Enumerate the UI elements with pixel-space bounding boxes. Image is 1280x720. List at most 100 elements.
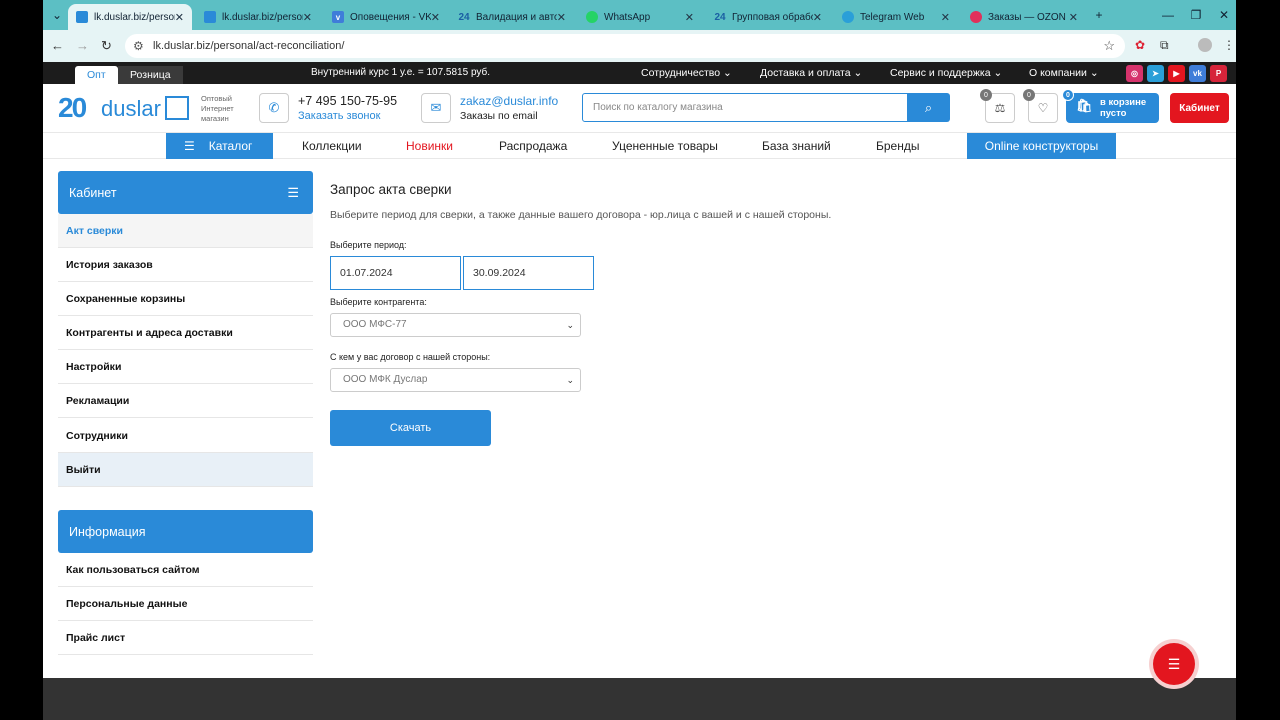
tab-3[interactable]: v Оповещения - VK ✕ [324,4,448,30]
back-icon[interactable]: ← [51,38,64,53]
email-link[interactable]: zakaz@duslar.info [460,94,558,108]
pinterest-icon[interactable]: P [1210,65,1227,82]
nav-knowledge[interactable]: База знаний [762,139,831,153]
favorites-button[interactable]: 0 ♡ [1023,89,1058,123]
youtube-icon[interactable]: ▶ [1168,65,1185,82]
sidebar-item-claims[interactable]: Рекламации [58,384,313,418]
minimize-icon[interactable]: — [1159,6,1177,24]
logo-number[interactable]: 20 [58,92,87,124]
site-info-icon[interactable]: ⚙ [133,39,144,53]
tab-8[interactable]: Заказы — OZON ✕ [962,4,1086,30]
telegram-icon [842,11,854,23]
sidebar-item-logout[interactable]: Выйти [58,453,313,487]
opt-switch[interactable]: Опт [75,66,118,84]
tab-title: Заказы — OZON [988,11,1066,23]
duslar-favicon-icon [76,11,88,23]
close-icon[interactable]: ✕ [175,11,184,24]
counterparty-value: ООО МФС-77 [343,319,407,330]
tab-bar: ⌄ lk.duslar.biz/person ✕ lk.duslar.biz/p… [43,0,1236,30]
close-icon[interactable]: ✕ [431,11,440,24]
url-field[interactable]: ⚙ lk.duslar.biz/personal/act-reconciliat… [125,34,1125,58]
chevron-down-icon: ⌄ [566,375,574,385]
tab-1[interactable]: lk.duslar.biz/person ✕ [68,4,192,30]
bookmark-star-icon[interactable]: ☆ [1103,38,1115,54]
bitrix24-icon: 24 [714,11,726,23]
nav-collections[interactable]: Коллекции [302,139,362,153]
instagram-icon[interactable]: ◎ [1126,65,1143,82]
sidebar-item-orders[interactable]: История заказов [58,248,313,282]
site-footer [43,678,1236,720]
nav-discounted[interactable]: Уцененные товары [612,139,718,153]
chat-widget-button[interactable]: ☰ [1153,643,1195,685]
close-icon[interactable]: ✕ [1069,11,1078,24]
nav-brands[interactable]: Бренды [876,139,919,153]
duslar-favicon-icon [204,11,216,23]
vk-icon[interactable]: vk [1189,65,1206,82]
sidebar-item-settings[interactable]: Настройки [58,350,313,384]
catalog-button[interactable]: ☰ Каталог [166,133,273,159]
callback-link[interactable]: Заказать звонок [298,110,380,122]
topmenu-cooperation[interactable]: Сотрудничество ⌄ [641,67,732,79]
maximize-icon[interactable]: ❐ [1187,6,1205,24]
address-bar: ← → ↻ ⚙ lk.duslar.biz/personal/act-recon… [43,30,1236,62]
cart-icon: 🛍 [1076,98,1093,113]
scales-icon: ⚖ [994,101,1006,115]
info-panel-header: Информация [58,510,313,553]
cart-count: 0 [1062,89,1074,101]
date-from-input[interactable]: 01.07.2024 [330,256,461,290]
online-constructors-button[interactable]: Online конструкторы [967,133,1116,159]
cart-line-2: пусто [1100,108,1127,119]
cabinet-panel-title: Кабинет [69,185,117,200]
close-icon[interactable]: ✕ [685,11,694,24]
telegram-icon[interactable]: ➤ [1147,65,1164,82]
forward-icon[interactable]: → [76,38,89,53]
tab-search-icon[interactable]: ⌄ [48,6,66,24]
tab-5[interactable]: WhatsApp ✕ [578,4,702,30]
sidebar-item-carts[interactable]: Сохраненные корзины [58,282,313,316]
phone-number[interactable]: +7 495 150-75-95 [298,94,397,108]
chevron-down-icon: ⌄ [566,320,574,330]
site-header: 20 duslar Оптовый Интернет магазин ✆ +7 … [43,84,1236,132]
retail-switch[interactable]: Розница [118,66,183,84]
close-window-icon[interactable]: ✕ [1215,6,1233,24]
sidebar-item-staff[interactable]: Сотрудники [58,419,313,453]
our-side-value: ООО МФК Дуслар [343,374,428,385]
browser-menu-icon[interactable]: ⋮ [1223,38,1235,52]
sidebar-item-act[interactable]: Акт сверки [58,214,313,248]
date-to-input[interactable]: 30.09.2024 [463,256,594,290]
topmenu-delivery[interactable]: Доставка и оплата ⌄ [760,67,862,79]
nav-sale[interactable]: Распродажа [499,139,567,153]
sidebar-item-howto[interactable]: Как пользоваться сайтом [58,553,313,587]
menu-icon[interactable]: ☰ [287,185,299,201]
sidebar-item-personal-data[interactable]: Персональные данные [58,587,313,621]
sidebar-item-counterparties[interactable]: Контрагенты и адреса доставки [58,316,313,350]
search-button[interactable]: ⌕ [907,93,950,122]
close-icon[interactable]: ✕ [813,11,822,24]
topmenu-service[interactable]: Сервис и поддержка ⌄ [890,67,1002,79]
close-icon[interactable]: ✕ [557,11,566,24]
counterparty-select[interactable]: ООО МФС-77 ⌄ [330,313,581,337]
sidebar-item-pricelist[interactable]: Прайс лист [58,621,313,655]
cart-button[interactable]: 0 🛍 в корзине пусто [1062,89,1159,123]
extensions-puzzle-icon[interactable]: ⧉ [1160,38,1169,53]
reload-icon[interactable]: ↻ [101,38,112,54]
compare-button[interactable]: 0 ⚖ [980,89,1015,123]
profile-avatar[interactable] [1198,38,1212,52]
close-icon[interactable]: ✕ [303,11,312,24]
nav-new[interactable]: Новинки [406,139,453,153]
logo-word[interactable]: duslar [101,96,161,122]
our-side-select[interactable]: ООО МФК Дуслар ⌄ [330,368,581,392]
our-side-label: С кем у вас договор с нашей стороны: [330,352,491,362]
search-input[interactable]: Поиск по каталогу магазина [582,93,908,122]
tab-6[interactable]: 24 Групповая обрабо ✕ [706,4,830,30]
new-tab-icon[interactable]: + [1090,6,1108,24]
download-button[interactable]: Скачать [330,410,491,446]
close-icon[interactable]: ✕ [941,11,950,24]
cabinet-button[interactable]: Кабинет [1170,93,1229,123]
extension-icon[interactable]: ✿ [1135,38,1145,52]
topmenu-about[interactable]: О компании ⌄ [1029,67,1099,79]
favorites-count: 0 [1023,89,1035,101]
tab-4[interactable]: 24 Валидация и автом ✕ [450,4,574,30]
tab-7[interactable]: Telegram Web ✕ [834,4,958,30]
tab-2[interactable]: lk.duslar.biz/person ✕ [196,4,320,30]
